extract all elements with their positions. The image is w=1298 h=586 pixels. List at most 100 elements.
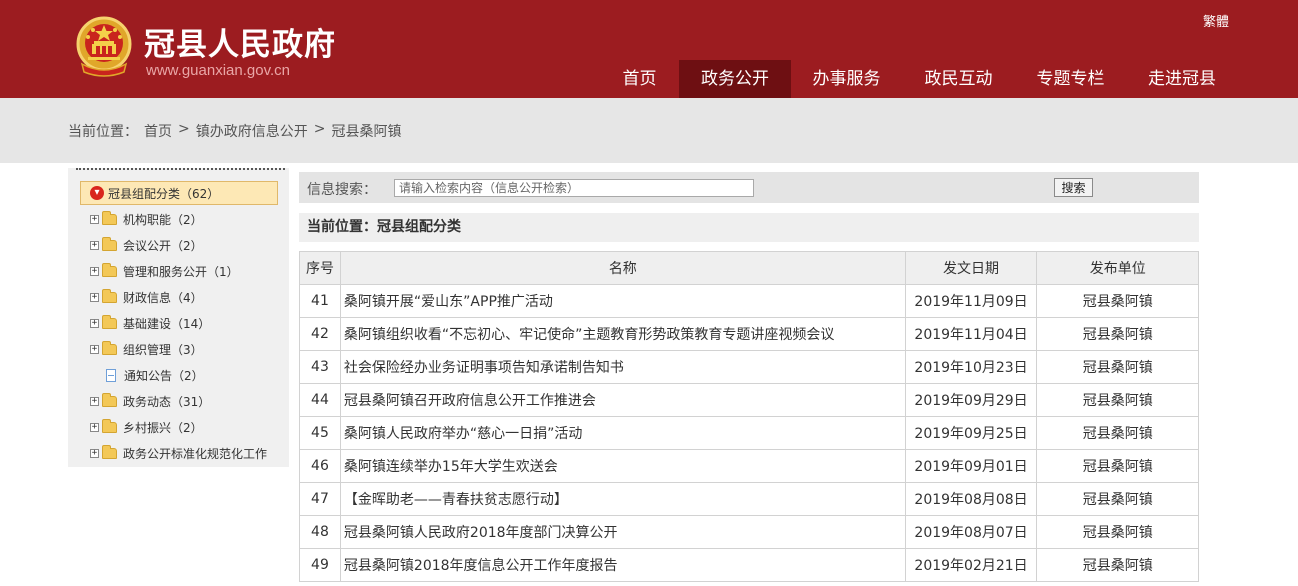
expand-icon[interactable]: +	[90, 396, 99, 406]
tree-item-label: 机构职能（2）	[123, 212, 203, 227]
row-number: 45	[299, 416, 341, 450]
row-date: 2019年08月08日	[904, 482, 1038, 516]
expand-icon[interactable]: +	[90, 422, 99, 432]
breadcrumb: 当前位置： 首页 > 镇办政府信息公开 > 冠县桑阿镇	[68, 121, 401, 141]
tree-item-label: 政务动态（31）	[123, 394, 211, 409]
tree-item-standardization[interactable]: + 政务公开标准化规范化工作	[90, 440, 267, 466]
tree-item-news[interactable]: + 政务动态（31）	[90, 388, 267, 414]
document-icon	[106, 368, 116, 382]
table-row: 46 桑阿镇连续举办15年大学生欢送会 2019年09月01日 冠县桑阿镇	[299, 449, 1199, 483]
folder-icon	[102, 210, 117, 225]
row-unit: 冠县桑阿镇	[1036, 317, 1199, 351]
folder-icon	[102, 340, 117, 355]
row-number: 42	[299, 317, 341, 351]
tree-root-label: 冠县组配分类（62）	[108, 186, 220, 201]
row-title-link[interactable]: 【金晖助老——青春扶贫志愿行动】	[339, 482, 906, 516]
row-number: 49	[299, 548, 341, 582]
row-number: 44	[299, 383, 341, 417]
national-emblem-icon[interactable]	[74, 16, 134, 80]
row-title-link[interactable]: 冠县桑阿镇召开政府信息公开工作推进会	[339, 383, 906, 417]
tree-item-notices[interactable]: 通知公告（2）	[90, 362, 267, 388]
expand-icon[interactable]: +	[90, 344, 99, 354]
table-row: 47 【金晖助老——青春扶贫志愿行动】 2019年08月08日 冠县桑阿镇	[299, 482, 1199, 516]
expand-icon[interactable]: +	[90, 292, 99, 302]
nav-services[interactable]: 办事服务	[791, 60, 902, 98]
row-number: 46	[299, 449, 341, 483]
column-header-unit: 发布单位	[1036, 251, 1199, 285]
column-header-date: 发文日期	[904, 251, 1038, 285]
row-date: 2019年10月23日	[904, 350, 1038, 384]
folder-icon	[102, 288, 117, 303]
expand-icon[interactable]: +	[90, 214, 99, 224]
tree-root-item[interactable]: ▾ 冠县组配分类（62）	[80, 181, 278, 205]
row-date: 2019年02月21日	[904, 548, 1038, 582]
nav-topics[interactable]: 专题专栏	[1015, 60, 1126, 98]
table-row: 48 冠县桑阿镇人民政府2018年度部门决算公开 2019年08月07日 冠县桑…	[299, 515, 1199, 549]
nav-interaction[interactable]: 政民互动	[902, 60, 1015, 98]
tree-item-label: 组织管理（3）	[123, 342, 203, 357]
tree-item-label: 会议公开（2）	[123, 238, 203, 253]
tree-item-label: 乡村振兴（2）	[123, 420, 203, 435]
nav-home[interactable]: 首页	[600, 60, 679, 98]
folder-icon	[102, 444, 117, 459]
search-bar: 信息搜索： 搜索	[299, 172, 1199, 203]
site-url: www.guanxian.gov.cn	[146, 62, 290, 79]
row-date: 2019年09月01日	[904, 449, 1038, 483]
row-date: 2019年08月07日	[904, 515, 1038, 549]
row-title-link[interactable]: 社会保险经办业务证明事项告知承诺制告知书	[339, 350, 906, 384]
row-unit: 冠县桑阿镇	[1036, 449, 1199, 483]
search-button[interactable]: 搜索	[1054, 178, 1093, 197]
folder-icon	[102, 262, 117, 277]
row-title-link[interactable]: 桑阿镇开展“爱山东”APP推广活动	[339, 284, 906, 318]
table-row: 44 冠县桑阿镇召开政府信息公开工作推进会 2019年09月29日 冠县桑阿镇	[299, 383, 1199, 417]
tree-item-finance[interactable]: + 财政信息（4）	[90, 284, 267, 310]
table-row: 42 桑阿镇组织收看“不忘初心、牢记使命”主题教育形势政策教育专题讲座视频会议 …	[299, 317, 1199, 351]
expand-icon[interactable]: +	[90, 318, 99, 328]
tree-item-rural-revitalization[interactable]: + 乡村振兴（2）	[90, 414, 267, 440]
row-number: 48	[299, 515, 341, 549]
nav-about[interactable]: 走进冠县	[1126, 60, 1238, 98]
table-row: 45 桑阿镇人民政府举办“慈心一日捐”活动 2019年09月25日 冠县桑阿镇	[299, 416, 1199, 450]
site-title[interactable]: 冠县人民政府	[144, 19, 336, 64]
row-number: 47	[299, 482, 341, 516]
breadcrumb-town-info[interactable]: 镇办政府信息公开	[196, 121, 308, 141]
table-row: 41 桑阿镇开展“爱山东”APP推广活动 2019年11月09日 冠县桑阿镇	[299, 284, 1199, 318]
breadcrumb-prefix: 当前位置：	[68, 124, 138, 140]
row-title-link[interactable]: 冠县桑阿镇2018年度信息公开工作年度报告	[339, 548, 906, 582]
tree-item-org-functions[interactable]: + 机构职能（2）	[90, 206, 267, 232]
row-date: 2019年09月29日	[904, 383, 1038, 417]
main-nav: 首页 政务公开 办事服务 政民互动 专题专栏 走进冠县	[600, 60, 1238, 98]
row-unit: 冠县桑阿镇	[1036, 482, 1199, 516]
row-unit: 冠县桑阿镇	[1036, 515, 1199, 549]
expand-icon[interactable]: +	[90, 448, 99, 458]
expand-icon[interactable]: +	[90, 266, 99, 276]
traditional-chinese-link[interactable]: 繁體	[1203, 11, 1229, 30]
row-unit: 冠县桑阿镇	[1036, 548, 1199, 582]
tree-item-label: 政务公开标准化规范化工作	[123, 446, 268, 461]
row-unit: 冠县桑阿镇	[1036, 383, 1199, 417]
tree-item-management[interactable]: + 管理和服务公开（1）	[90, 258, 267, 284]
folder-icon	[102, 236, 117, 251]
tree-item-label: 基础建设（14）	[123, 316, 211, 331]
category-sidebar: ▾ 冠县组配分类（62） + 机构职能（2） + 会议公开（2） + 管理和服务…	[68, 168, 289, 467]
expand-icon[interactable]: +	[90, 240, 99, 250]
search-input[interactable]	[394, 179, 754, 197]
row-title-link[interactable]: 桑阿镇组织收看“不忘初心、牢记使命”主题教育形势政策教育专题讲座视频会议	[339, 317, 906, 351]
breadcrumb-separator: >	[313, 121, 326, 137]
tree-item-organization[interactable]: + 组织管理（3）	[90, 336, 267, 362]
collapse-icon[interactable]: ▾	[90, 186, 104, 200]
folder-icon	[102, 418, 117, 433]
row-unit: 冠县桑阿镇	[1036, 416, 1199, 450]
category-tree: + 机构职能（2） + 会议公开（2） + 管理和服务公开（1） + 财政信息（…	[90, 206, 267, 466]
row-number: 41	[299, 284, 341, 318]
row-title-link[interactable]: 桑阿镇人民政府举办“慈心一日捐”活动	[339, 416, 906, 450]
table-header-row: 序号 名称 发文日期 发布单位	[299, 251, 1199, 285]
breadcrumb-current[interactable]: 冠县桑阿镇	[331, 121, 401, 141]
breadcrumb-home[interactable]: 首页	[144, 121, 172, 141]
row-title-link[interactable]: 冠县桑阿镇人民政府2018年度部门决算公开	[339, 515, 906, 549]
search-label: 信息搜索：	[307, 182, 377, 198]
row-title-link[interactable]: 桑阿镇连续举办15年大学生欢送会	[339, 449, 906, 483]
tree-item-meetings[interactable]: + 会议公开（2）	[90, 232, 267, 258]
tree-item-infrastructure[interactable]: + 基础建设（14）	[90, 310, 267, 336]
nav-government-affairs[interactable]: 政务公开	[679, 60, 791, 98]
